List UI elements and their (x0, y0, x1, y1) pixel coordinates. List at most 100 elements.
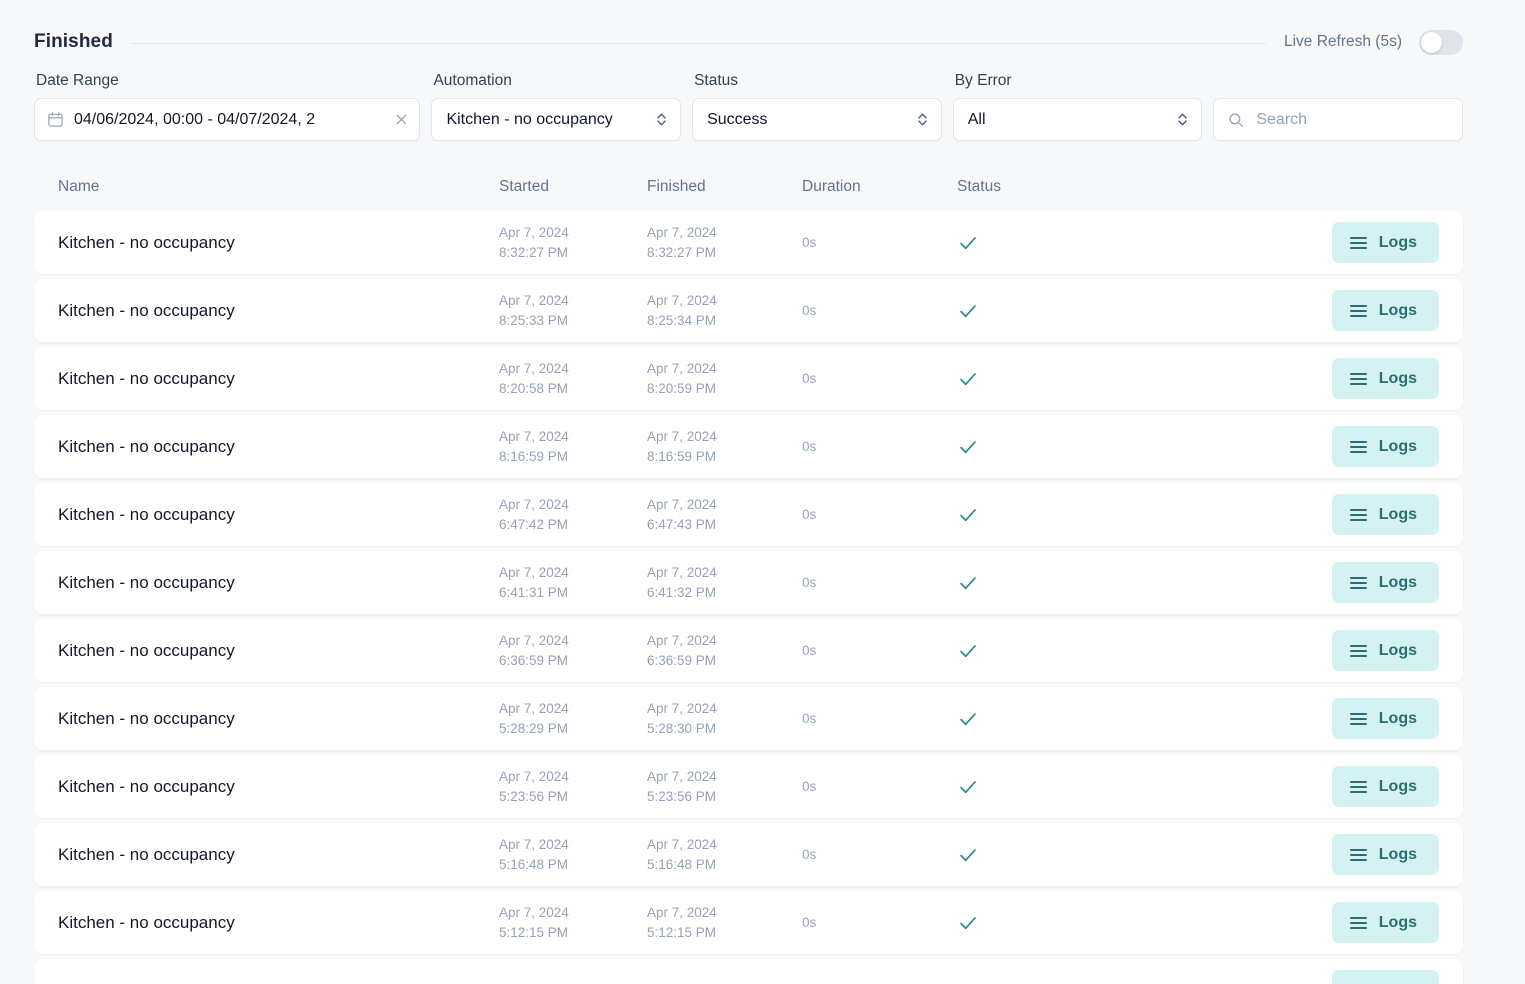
finished-time: 5:23:56 PM (647, 788, 802, 806)
column-header-started: Started (499, 178, 647, 196)
check-icon (957, 912, 979, 934)
search-field: Search (1213, 72, 1463, 141)
logs-button[interactable]: Logs (1332, 630, 1439, 671)
started-time: 5:16:48 PM (499, 856, 647, 874)
started-timestamp: Apr 7, 20246:47:42 PM (499, 496, 647, 534)
started-time: 8:20:58 PM (499, 380, 647, 398)
started-date: Apr 7, 2024 (499, 981, 647, 984)
live-refresh-control[interactable]: Live Refresh (5s) (1284, 30, 1463, 55)
status-badge (957, 776, 1117, 798)
list-icon (1350, 441, 1367, 453)
column-header-finished: Finished (647, 178, 802, 196)
finished-date: Apr 7, 2024 (647, 564, 802, 582)
finished-timestamp: Apr 7, 20248:16:59 PM (647, 428, 802, 466)
logs-button[interactable]: Logs (1332, 358, 1439, 399)
logs-button[interactable]: Logs (1332, 562, 1439, 603)
started-date: Apr 7, 2024 (499, 904, 647, 922)
run-duration: 0s (802, 439, 816, 454)
table-row[interactable]: Kitchen - no occupancyApr 7, 20248:32:27… (34, 211, 1463, 274)
finished-time: 5:28:30 PM (647, 720, 802, 738)
logs-button[interactable]: Logs (1332, 426, 1439, 467)
table-row[interactable]: Kitchen - no occupancyApr 7, 20248:25:33… (34, 279, 1463, 342)
started-date: Apr 7, 2024 (499, 224, 647, 242)
started-timestamp: Apr 7, 20248:32:27 PM (499, 224, 647, 262)
logs-button[interactable]: Logs (1332, 222, 1439, 263)
column-header-name: Name (34, 178, 499, 196)
logs-button[interactable]: Logs (1332, 290, 1439, 331)
logs-button[interactable]: Logs (1332, 766, 1439, 807)
runs-page: Finished Live Refresh (5s) Date Range 04 (0, 0, 1525, 984)
logs-button-label: Logs (1379, 438, 1417, 456)
header-divider (131, 43, 1266, 44)
table-row[interactable]: Kitchen - no occupancyApr 7, 20246:36:59… (34, 619, 1463, 682)
started-date: Apr 7, 2024 (499, 700, 647, 718)
run-name: Kitchen - no occupancy (58, 981, 235, 984)
finished-time: 6:41:32 PM (647, 584, 802, 602)
table-row[interactable]: Kitchen - no occupancy Apr 7, 20246:47:42… (34, 483, 1463, 546)
check-icon (957, 708, 979, 730)
automation-value: Kitchen - no occupancy (446, 111, 612, 129)
table-row[interactable]: Kitchen - no occupancyApr 7, 20245:23:56… (34, 755, 1463, 818)
logs-button-label: Logs (1379, 710, 1417, 728)
finished-time: 5:16:48 PM (647, 856, 802, 874)
list-icon (1350, 849, 1367, 861)
table-row[interactable]: Kitchen - no occupancyApr 7, 20245:28:29… (34, 687, 1463, 750)
status-badge (957, 572, 1117, 594)
status-badge (957, 368, 1117, 390)
logs-button[interactable]: Logs (1332, 494, 1439, 535)
logs-button-label: Logs (1379, 302, 1417, 320)
logs-button[interactable]: Logs (1332, 902, 1439, 943)
live-refresh-label: Live Refresh (5s) (1284, 33, 1402, 51)
started-date: Apr 7, 2024 (499, 768, 647, 786)
started-time: 5:12:15 PM (499, 924, 647, 942)
date-range-input[interactable]: 04/06/2024, 00:00 - 04/07/2024, 2 (34, 98, 420, 141)
list-icon (1350, 305, 1367, 317)
table-row[interactable]: Kitchen - no occupancyApr 7, 20245:12:15… (34, 891, 1463, 954)
finished-timestamp: Apr 7, 2024 (647, 981, 802, 984)
logs-button-label: Logs (1379, 642, 1417, 660)
run-name: Kitchen - no occupancy (58, 505, 235, 524)
check-icon (957, 980, 979, 984)
started-timestamp: Apr 7, 2024 (499, 981, 647, 984)
column-header-duration: Duration (802, 178, 957, 196)
finished-date: Apr 7, 2024 (647, 836, 802, 854)
live-refresh-toggle[interactable] (1419, 30, 1463, 55)
run-name: Kitchen - no occupancy (58, 845, 235, 864)
table-row[interactable]: Kitchen - no occupancy Apr 7, 2024Apr 7, … (34, 959, 1463, 984)
started-timestamp: Apr 7, 20245:16:48 PM (499, 836, 647, 874)
table-header: Name Started Finished Duration Status (0, 163, 1525, 211)
finished-date: Apr 7, 2024 (647, 428, 802, 446)
check-icon (957, 640, 979, 662)
started-time: 5:23:56 PM (499, 788, 647, 806)
logs-button[interactable]: Logs (1332, 834, 1439, 875)
started-time: 8:25:33 PM (499, 312, 647, 330)
finished-time: 8:20:59 PM (647, 380, 802, 398)
chevron-updown-icon (916, 110, 929, 129)
table-row[interactable]: Kitchen - no occupancyApr 7, 20245:16:48… (34, 823, 1463, 886)
logs-button[interactable]: Logs (1332, 698, 1439, 739)
table-row[interactable]: Kitchen - no occupancyApr 7, 20248:16:59… (34, 415, 1463, 478)
list-icon (1350, 509, 1367, 521)
finished-timestamp: Apr 7, 20245:28:30 PM (647, 700, 802, 738)
finished-date: Apr 7, 2024 (647, 632, 802, 650)
list-icon (1350, 713, 1367, 725)
logs-button-label: Logs (1379, 846, 1417, 864)
logs-button[interactable]: Logs (1332, 970, 1439, 984)
automation-select[interactable]: Kitchen - no occupancy (431, 98, 681, 141)
table-row[interactable]: Kitchen - no occupancyApr 7, 20248:20:58… (34, 347, 1463, 410)
table-row[interactable]: Kitchen - no occupancyApr 7, 20246:41:31… (34, 551, 1463, 614)
started-timestamp: Apr 7, 2024 5:12:15 PM (499, 904, 647, 942)
status-badge (957, 912, 1117, 934)
run-name: Kitchen - no occupancy (58, 709, 235, 728)
page-title: Finished (34, 31, 113, 53)
finished-date: Apr 7, 2024 (647, 292, 802, 310)
finished-timestamp: Apr 7, 20246:47:43 PM (647, 496, 802, 534)
search-input[interactable]: Search (1213, 98, 1463, 141)
by-error-select[interactable]: All (953, 98, 1203, 141)
status-badge (957, 504, 1117, 526)
finished-date: Apr 7, 2024 (647, 496, 802, 514)
status-field: Status Success (692, 72, 942, 141)
finished-date: Apr 7, 2024 (647, 360, 802, 378)
close-icon[interactable] (394, 112, 409, 127)
status-select[interactable]: Success (692, 98, 942, 141)
